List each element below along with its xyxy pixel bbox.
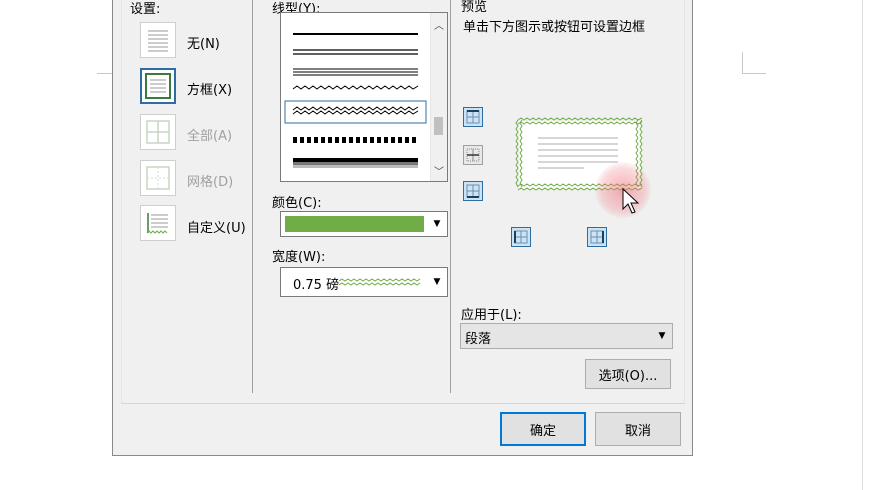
top-border-icon bbox=[466, 110, 480, 124]
line-style-samples bbox=[284, 33, 427, 168]
preview-hint: 单击下方图示或按钮可设置边框 bbox=[463, 20, 646, 35]
apply-to-label: 应用于(L): bbox=[461, 308, 522, 323]
setting-custom-icon bbox=[140, 205, 176, 241]
line-style-list[interactable]: ︿ ﹀ bbox=[280, 12, 448, 182]
setting-all-icon bbox=[140, 114, 176, 150]
setting-none-icon bbox=[140, 22, 176, 58]
color-dropdown[interactable]: ▼ bbox=[280, 211, 448, 237]
left-border-button[interactable] bbox=[511, 227, 531, 247]
borders-and-shading-dialog: 设置: 无(N) 方框(X) 全部(A) 网格(D) 自定义(U) 线型(Y):… bbox=[112, 0, 693, 456]
chevron-down-icon: ▼ bbox=[433, 277, 441, 287]
bottom-border-button[interactable] bbox=[463, 181, 483, 201]
cancel-button[interactable]: 取消 bbox=[595, 412, 681, 446]
setting-grid-label: 网格(D) bbox=[187, 175, 234, 190]
apply-to-value: 段落 bbox=[465, 332, 492, 347]
ok-button[interactable]: 确定 bbox=[500, 412, 586, 446]
settings-label: 设置: bbox=[130, 2, 161, 17]
top-border-button[interactable] bbox=[463, 107, 483, 127]
options-button[interactable]: 选项(O)... bbox=[585, 359, 671, 389]
scroll-down-icon[interactable]: ﹀ bbox=[431, 163, 447, 178]
cancel-button-label: 取消 bbox=[624, 423, 651, 439]
width-value: 0.75 磅 bbox=[293, 278, 340, 293]
setting-grid-icon bbox=[140, 160, 176, 196]
apply-to-dropdown[interactable]: 段落 ▼ bbox=[460, 323, 673, 349]
inside-horizontal-border-icon bbox=[466, 148, 480, 162]
width-label: 宽度(W): bbox=[272, 250, 326, 265]
column-divider-left bbox=[252, 0, 253, 393]
window-edge-right bbox=[862, 0, 863, 490]
mouse-cursor-icon bbox=[622, 188, 640, 214]
inside-horizontal-border-button[interactable] bbox=[463, 145, 483, 165]
page-corner-mark-left-h bbox=[97, 73, 113, 74]
ok-button-label: 确定 bbox=[529, 423, 556, 439]
right-border-icon bbox=[590, 230, 604, 244]
setting-none-label: 无(N) bbox=[187, 37, 220, 52]
right-border-button[interactable] bbox=[587, 227, 607, 247]
column-divider-right bbox=[450, 0, 451, 393]
page-corner-mark-right-h bbox=[742, 73, 766, 74]
setting-box-label: 方框(X) bbox=[187, 83, 233, 98]
line-style-scrollbar[interactable]: ︿ ﹀ bbox=[430, 13, 447, 181]
page-corner-mark-right-v bbox=[742, 52, 743, 74]
width-line-sample bbox=[339, 278, 421, 286]
preview-label: 预览 bbox=[461, 0, 488, 15]
setting-all-label: 全部(A) bbox=[187, 129, 233, 144]
width-dropdown[interactable]: 0.75 磅 ▼ bbox=[280, 267, 448, 297]
left-border-icon bbox=[514, 230, 528, 244]
color-label: 颜色(C): bbox=[272, 196, 322, 211]
options-button-label: 选项(O)... bbox=[598, 368, 658, 384]
chevron-down-icon: ▼ bbox=[433, 219, 441, 229]
color-swatch bbox=[285, 216, 424, 232]
chevron-down-icon: ▼ bbox=[658, 331, 666, 341]
scroll-thumb[interactable] bbox=[434, 117, 443, 135]
borders-tab-pane: 设置: 无(N) 方框(X) 全部(A) 网格(D) 自定义(U) 线型(Y):… bbox=[121, 0, 685, 404]
setting-box-icon bbox=[140, 68, 176, 104]
setting-custom-label: 自定义(U) bbox=[187, 221, 246, 236]
scroll-up-icon[interactable]: ︿ bbox=[431, 17, 447, 32]
bottom-border-icon bbox=[466, 184, 480, 198]
